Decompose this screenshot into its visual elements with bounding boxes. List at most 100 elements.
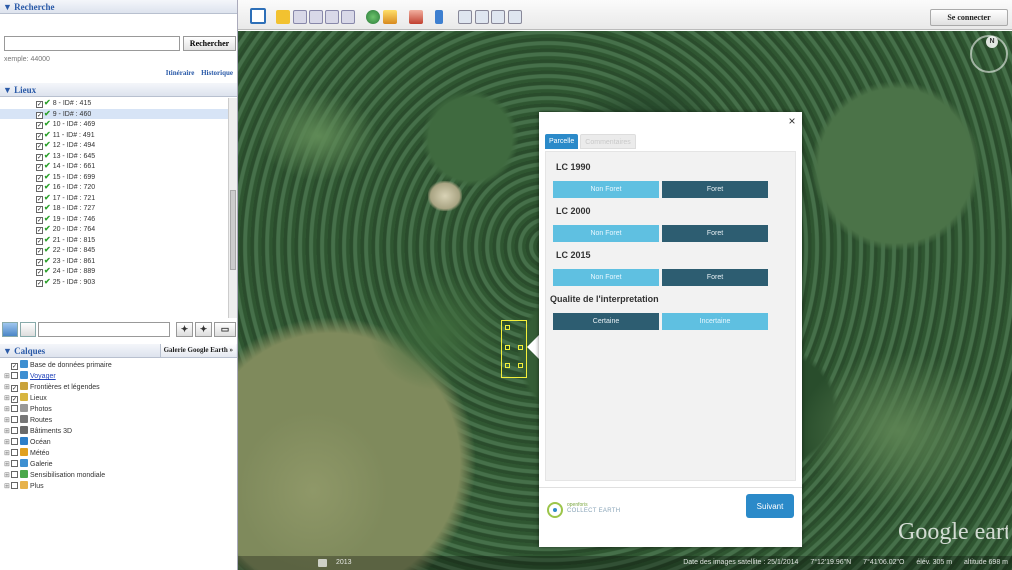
checkbox[interactable]: ✓ bbox=[36, 164, 43, 171]
layer-item[interactable]: ⊞ Plus bbox=[0, 481, 237, 492]
checkbox[interactable]: ✓ bbox=[36, 269, 43, 276]
save-image-icon[interactable] bbox=[491, 10, 505, 24]
layer-item[interactable]: ⊞ Météo bbox=[0, 448, 237, 459]
place-item[interactable]: ✓ ✔ 13 - ID# : 645 bbox=[0, 151, 237, 162]
tab-commentaires[interactable]: Commentaires bbox=[580, 134, 636, 149]
place-item[interactable]: ✓ ✔ 20 - ID# : 764 bbox=[0, 224, 237, 235]
sidebar-toggle-icon[interactable] bbox=[250, 8, 266, 24]
place-item[interactable]: ✓ ✔ 19 - ID# : 746 bbox=[0, 214, 237, 225]
placemark-icon[interactable] bbox=[276, 10, 290, 24]
move-down-button[interactable]: ✦ bbox=[195, 322, 212, 337]
tour-icon[interactable] bbox=[341, 10, 355, 24]
checkbox[interactable] bbox=[11, 482, 18, 489]
place-item[interactable]: ✓ ✔ 8 - ID# : 415 bbox=[0, 98, 237, 109]
checkbox[interactable]: ✓ bbox=[36, 258, 43, 266]
place-item[interactable]: ✓ ✔ 15 - ID# : 699 bbox=[0, 172, 237, 183]
layer-item[interactable]: ⊞ Bâtiments 3D bbox=[0, 426, 237, 437]
checkbox[interactable]: ✓ bbox=[36, 174, 43, 182]
history-link[interactable]: Historique bbox=[201, 69, 233, 77]
north-icon[interactable]: N bbox=[986, 36, 998, 48]
option-button[interactable]: Incertaine bbox=[662, 313, 768, 330]
expand-icon[interactable]: ⊞ bbox=[4, 393, 11, 404]
checkbox[interactable]: ✓ bbox=[36, 132, 43, 140]
expand-icon[interactable]: ⊞ bbox=[4, 382, 11, 393]
option-button[interactable]: Foret bbox=[662, 225, 768, 242]
place-item[interactable]: ✓ ✔ 22 - ID# : 845 bbox=[0, 245, 237, 256]
layer-item[interactable]: ⊞ Voyager bbox=[0, 371, 237, 382]
print-icon[interactable] bbox=[475, 10, 489, 24]
historical-imagery-icon[interactable] bbox=[366, 10, 380, 24]
checkbox[interactable] bbox=[11, 449, 18, 456]
maps-icon[interactable] bbox=[508, 10, 522, 24]
places-panel-icon[interactable] bbox=[20, 322, 36, 337]
place-item[interactable]: ✓ ✔ 17 - ID# : 721 bbox=[0, 193, 237, 204]
checkbox[interactable]: ✓ bbox=[36, 101, 43, 108]
place-item[interactable]: ✓ ✔ 16 - ID# : 720 bbox=[0, 182, 237, 193]
checkbox[interactable] bbox=[11, 416, 18, 423]
places-section-header[interactable]: ▼ Lieux bbox=[0, 83, 237, 97]
checkbox[interactable]: ✓ bbox=[36, 153, 43, 161]
expand-icon[interactable]: ⊞ bbox=[4, 481, 11, 492]
layer-item[interactable]: ⊞ Photos bbox=[0, 404, 237, 415]
option-button[interactable]: Non Foret bbox=[553, 269, 659, 286]
close-icon[interactable]: × bbox=[786, 114, 798, 128]
search-button[interactable]: Rechercher bbox=[183, 36, 236, 51]
option-button[interactable]: Foret bbox=[662, 181, 768, 198]
checkbox[interactable]: ✓ bbox=[36, 185, 43, 192]
checkbox[interactable] bbox=[11, 471, 18, 478]
place-item[interactable]: ✓ ✔ 24 - ID# : 889 bbox=[0, 266, 237, 277]
option-button[interactable]: Non Foret bbox=[553, 181, 659, 198]
places-filter-input[interactable] bbox=[38, 322, 170, 337]
gallery-button[interactable]: Galerie Google Earth » bbox=[159, 344, 236, 357]
place-item[interactable]: ✓ ✔ 14 - ID# : 661 bbox=[0, 161, 237, 172]
checkbox[interactable] bbox=[11, 405, 18, 412]
search-section-header[interactable]: ▼ Recherche bbox=[0, 0, 237, 14]
tab-parcelle[interactable]: Parcelle bbox=[545, 134, 579, 149]
option-button[interactable]: Foret bbox=[662, 269, 768, 286]
place-item[interactable]: ✓ ✔ 23 - ID# : 861 bbox=[0, 256, 237, 267]
folder-icon[interactable]: ▭ bbox=[214, 322, 236, 337]
directions-link[interactable]: Itinéraire bbox=[166, 69, 195, 77]
layer-item[interactable]: ✓ Base de données primaire bbox=[0, 360, 237, 371]
overlay-icon[interactable] bbox=[325, 10, 339, 24]
place-item[interactable]: ✓ ✔ 18 - ID# : 727 bbox=[0, 203, 237, 214]
expand-icon[interactable]: ⊞ bbox=[4, 371, 11, 382]
expand-icon[interactable]: ⊞ bbox=[4, 437, 11, 448]
move-up-button[interactable]: ✦ bbox=[176, 322, 193, 337]
layer-item[interactable]: ⊞ Galerie bbox=[0, 459, 237, 470]
option-button[interactable]: Certaine bbox=[553, 313, 659, 330]
checkbox[interactable]: ✓ bbox=[36, 111, 43, 119]
search-panel-icon[interactable] bbox=[2, 322, 18, 337]
place-item[interactable]: ✓ ✔ 25 - ID# : 903 bbox=[0, 277, 237, 288]
checkbox[interactable]: ✓ bbox=[36, 143, 43, 150]
place-item[interactable]: ✓ ✔ 12 - ID# : 494 bbox=[0, 140, 237, 151]
checkbox[interactable] bbox=[11, 427, 18, 434]
place-item[interactable]: ✓ ✔ 11 - ID# : 491 bbox=[0, 130, 237, 141]
checkbox[interactable]: ✓ bbox=[36, 227, 43, 234]
checkbox[interactable]: ✓ bbox=[36, 279, 43, 287]
checkbox[interactable]: ✓ bbox=[36, 237, 43, 245]
places-scrollbar[interactable] bbox=[228, 98, 237, 318]
ruler-icon[interactable] bbox=[435, 10, 443, 24]
layer-item[interactable]: ⊞ ✓ Lieux bbox=[0, 393, 237, 404]
place-item[interactable]: ✓ ✔ 9 - ID# : 460 bbox=[0, 108, 237, 119]
polygon-icon[interactable] bbox=[293, 10, 307, 24]
layer-item[interactable]: ⊞ Sensibilisation mondiale bbox=[0, 470, 237, 481]
checkbox[interactable]: ✓ bbox=[36, 122, 43, 129]
place-item[interactable]: ✓ ✔ 10 - ID# : 469 bbox=[0, 119, 237, 130]
layers-section-header[interactable]: ▼ Calques Galerie Google Earth » bbox=[0, 344, 237, 358]
sunlight-icon[interactable] bbox=[383, 10, 397, 24]
checkbox[interactable] bbox=[11, 372, 18, 379]
checkbox[interactable]: ✓ bbox=[11, 396, 18, 403]
planets-icon[interactable] bbox=[409, 10, 423, 24]
layer-item[interactable]: ⊞ Océan bbox=[0, 437, 237, 448]
checkbox[interactable]: ✓ bbox=[36, 195, 43, 203]
option-button[interactable]: Non Foret bbox=[553, 225, 659, 242]
expand-icon[interactable]: ⊞ bbox=[4, 415, 11, 426]
layer-item[interactable]: ⊞ Routes bbox=[0, 415, 237, 426]
sign-in-button[interactable]: Se connecter bbox=[930, 9, 1008, 26]
checkbox[interactable]: ✓ bbox=[11, 363, 18, 370]
next-button[interactable]: Suivant bbox=[746, 494, 794, 518]
email-icon[interactable] bbox=[458, 10, 472, 24]
search-input[interactable] bbox=[4, 36, 180, 51]
